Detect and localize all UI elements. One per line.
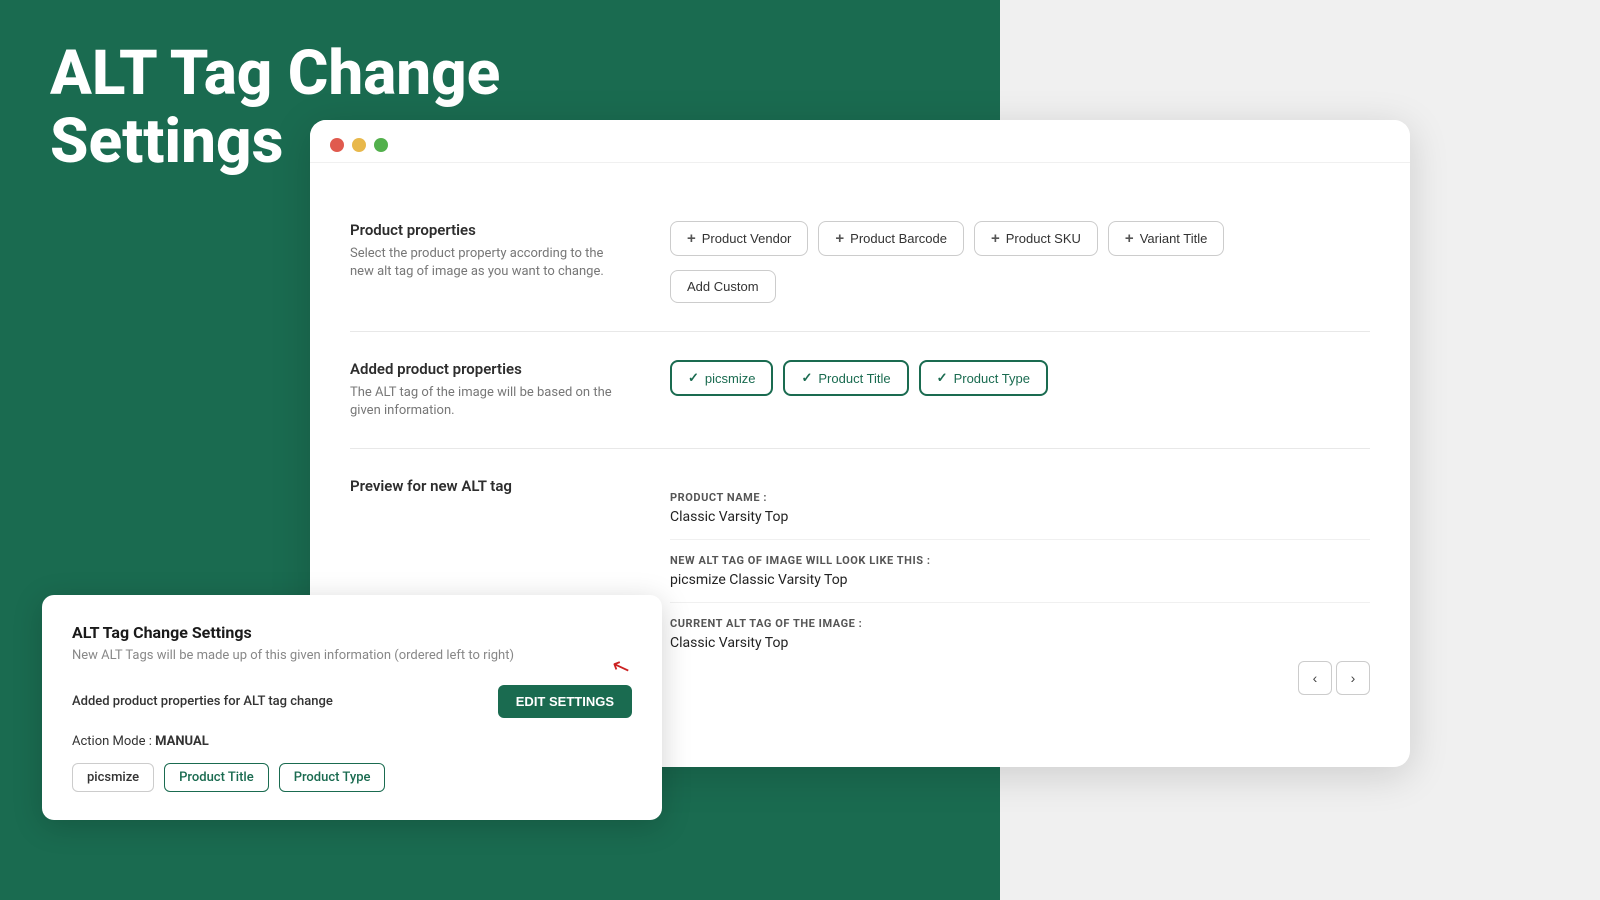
btn-variant-title[interactable]: + Variant Title [1108, 221, 1224, 256]
dot-green[interactable] [374, 138, 388, 152]
btn-add-custom[interactable]: Add Custom [670, 270, 776, 303]
product-properties-controls: + Product Vendor + Product Barcode + Pro… [670, 221, 1370, 303]
added-tags-group: ✓ picsmize ✓ Product Title ✓ Product Typ… [670, 360, 1370, 396]
preview-new-alt: NEW ALT TAG OF IMAGE WILL LOOK LIKE THIS… [670, 540, 1370, 603]
product-properties-title: Product properties [350, 221, 630, 239]
btn-product-vendor[interactable]: + Product Vendor [670, 221, 808, 256]
popup-title: ALT Tag Change Settings [72, 623, 632, 642]
popup-row-label: Added product properties for ALT tag cha… [72, 694, 333, 709]
preview-block: PRODUCT NAME : Classic Varsity Top NEW A… [670, 477, 1370, 709]
added-properties-desc: The ALT tag of the image will be based o… [350, 384, 630, 420]
preview-nav: ‹ › [670, 661, 1370, 695]
popup-action-mode: Action Mode : MANUAL [72, 734, 632, 749]
added-properties-section: Added product properties The ALT tag of … [350, 332, 1370, 449]
btn-product-sku[interactable]: + Product SKU [974, 221, 1098, 256]
preview-current-alt: CURRENT ALT TAG OF THE IMAGE : Classic V… [670, 603, 1370, 709]
product-properties-desc: Select the product property according to… [350, 245, 630, 281]
btn-product-barcode[interactable]: + Product Barcode [818, 221, 964, 256]
added-properties-title: Added product properties [350, 360, 630, 378]
preview-product-name: PRODUCT NAME : Classic Varsity Top [670, 477, 1370, 540]
dot-yellow[interactable] [352, 138, 366, 152]
tag-picsmize[interactable]: ✓ picsmize [670, 360, 773, 396]
popup-tag-product-type: Product Type [279, 763, 386, 792]
product-properties-section: Product properties Select the product pr… [350, 193, 1370, 332]
popup-subtitle: New ALT Tags will be made up of this giv… [72, 648, 632, 663]
popup-card: ALT Tag Change Settings New ALT Tags wil… [42, 595, 662, 820]
dot-red[interactable] [330, 138, 344, 152]
tag-product-type[interactable]: ✓ Product Type [919, 360, 1048, 396]
edit-settings-button[interactable]: EDIT SETTINGS [498, 685, 632, 718]
added-properties-controls: ✓ picsmize ✓ Product Title ✓ Product Typ… [670, 360, 1370, 396]
property-buttons-group: + Product Vendor + Product Barcode + Pro… [670, 221, 1370, 303]
tag-product-title[interactable]: ✓ Product Title [783, 360, 908, 396]
nav-next-button[interactable]: › [1336, 661, 1370, 695]
popup-tag-product-title: Product Title [164, 763, 269, 792]
preview-title: Preview for new ALT tag [350, 477, 630, 495]
nav-prev-button[interactable]: ‹ [1298, 661, 1332, 695]
popup-row: Added product properties for ALT tag cha… [72, 685, 632, 718]
popup-tag-picsmize: picsmize [72, 763, 154, 792]
popup-tags-group: picsmize Product Title Product Type [72, 763, 632, 792]
window-titlebar [310, 120, 1410, 163]
preview-controls: PRODUCT NAME : Classic Varsity Top NEW A… [670, 477, 1370, 709]
